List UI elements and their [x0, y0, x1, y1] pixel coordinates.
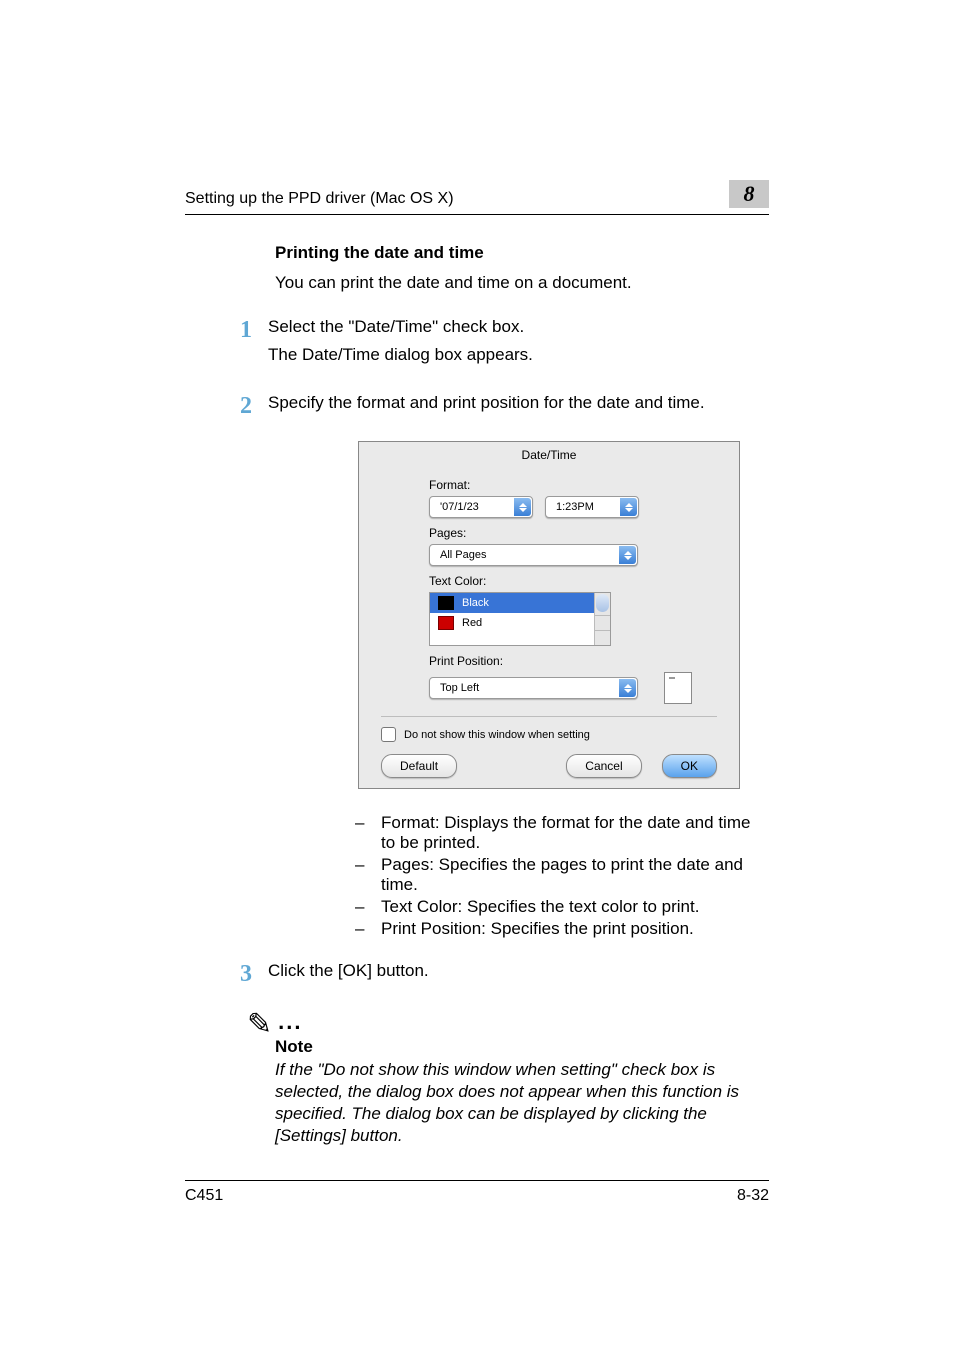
section-title: Printing the date and time [275, 243, 769, 263]
dash-icon: – [355, 813, 369, 853]
pencil-icon: ✎ [247, 1015, 272, 1035]
textcolor-label: Text Color: [429, 574, 713, 588]
chapter-number-box: 8 [729, 180, 769, 208]
button-label: Cancel [585, 759, 622, 773]
list-text: Text Color: Specifies the text color to … [381, 897, 699, 917]
step-3: 3 Click the [OK] button. [240, 961, 769, 989]
button-label: OK [681, 759, 698, 773]
popup-arrows-icon [620, 498, 637, 516]
format-time-popup[interactable]: 1:23PM [545, 496, 639, 518]
printpos-value: Top Left [440, 682, 479, 694]
step-text: Click the [OK] button. [268, 961, 769, 981]
dont-show-row: Do not show this window when setting [381, 716, 717, 742]
color-label: Black [462, 597, 489, 609]
footer-page: 8-32 [737, 1187, 769, 1205]
printpos-popup[interactable]: Top Left [429, 677, 638, 699]
default-button[interactable]: Default [381, 754, 457, 778]
popup-arrows-icon [514, 498, 531, 516]
scroll-up-icon[interactable] [595, 615, 610, 630]
step-1: 1 Select the "Date/Time" check box. The … [240, 317, 769, 373]
list-item: –Text Color: Specifies the text color to… [355, 897, 769, 917]
position-preview-icon [664, 672, 692, 704]
datetime-dialog: Date/Time Format: '07/1/23 1:23PM Pag [358, 441, 740, 789]
chapter-number: 8 [744, 181, 755, 207]
step-number: 1 [240, 317, 268, 373]
button-label: Default [400, 759, 438, 773]
swatch-black [438, 596, 454, 610]
note-icon-row: ✎ ... [247, 1009, 769, 1035]
pages-label: Pages: [429, 526, 713, 540]
ok-button[interactable]: OK [662, 754, 717, 778]
step-2: 2 Specify the format and print position … [240, 393, 769, 421]
pages-value: All Pages [440, 549, 486, 561]
dont-show-checkbox[interactable] [381, 727, 396, 742]
step-text: Select the "Date/Time" check box. [268, 317, 769, 337]
step-number: 3 [240, 961, 268, 989]
dialog-title: Date/Time [359, 442, 739, 470]
format-date-value: '07/1/23 [440, 501, 479, 513]
dont-show-label: Do not show this window when setting [404, 729, 590, 741]
section-intro: You can print the date and time on a doc… [275, 273, 769, 293]
format-label: Format: [429, 478, 713, 492]
list-item: –Format: Displays the format for the dat… [355, 813, 769, 853]
dash-icon: – [355, 855, 369, 895]
swatch-red [438, 616, 454, 630]
dash-icon: – [355, 919, 369, 939]
popup-arrows-icon [619, 679, 636, 697]
step-text: The Date/Time dialog box appears. [268, 345, 769, 365]
note-label: Note [275, 1037, 769, 1057]
footer-model: C451 [185, 1187, 223, 1205]
list-item: –Print Position: Specifies the print pos… [355, 919, 769, 939]
color-option-red[interactable]: Red [430, 613, 610, 633]
listbox-scrollbar[interactable] [594, 593, 610, 645]
running-header: Setting up the PPD driver (Mac OS X) 8 [185, 180, 769, 215]
list-text: Format: Displays the format for the date… [381, 813, 769, 853]
list-text: Pages: Specifies the pages to print the … [381, 855, 769, 895]
page-footer: C451 8-32 [185, 1180, 769, 1205]
step-text: Specify the format and print position fo… [268, 393, 769, 413]
list-item: –Pages: Specifies the pages to print the… [355, 855, 769, 895]
figure-datetime-dialog: Date/Time Format: '07/1/23 1:23PM Pag [358, 441, 769, 789]
note-body: If the "Do not show this window when set… [275, 1059, 769, 1147]
color-option-black[interactable]: Black [430, 593, 610, 613]
step-number: 2 [240, 393, 268, 421]
cancel-button[interactable]: Cancel [566, 754, 641, 778]
scroll-thumb[interactable] [596, 594, 609, 612]
popup-arrows-icon [619, 546, 636, 564]
list-text: Print Position: Specifies the print posi… [381, 919, 694, 939]
ellipsis-icon: ... [278, 1009, 302, 1035]
field-descriptions: –Format: Displays the format for the dat… [355, 813, 769, 939]
scroll-down-icon[interactable] [595, 630, 610, 645]
printpos-label: Print Position: [429, 654, 713, 668]
color-label: Red [462, 617, 482, 629]
running-title: Setting up the PPD driver (Mac OS X) [185, 190, 454, 208]
textcolor-listbox[interactable]: Black Red [429, 592, 611, 646]
format-time-value: 1:23PM [556, 501, 594, 513]
pages-popup[interactable]: All Pages [429, 544, 638, 566]
format-date-popup[interactable]: '07/1/23 [429, 496, 533, 518]
dash-icon: – [355, 897, 369, 917]
